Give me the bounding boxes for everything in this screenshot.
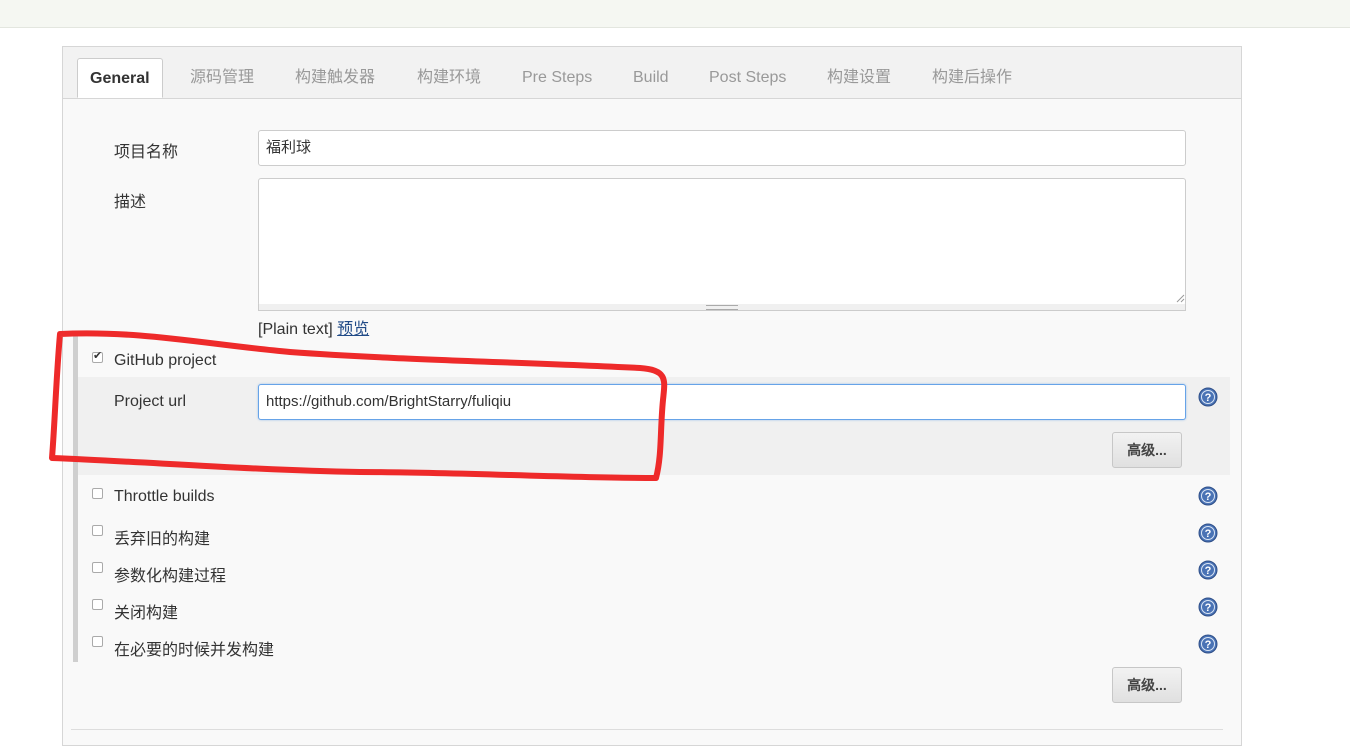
github-project-checkbox[interactable] <box>92 349 103 363</box>
tab-build[interactable]: Build <box>633 58 669 98</box>
advanced-button-bottom[interactable]: 高级... <box>1112 667 1182 703</box>
svg-text:?: ? <box>1205 528 1212 540</box>
svg-text:?: ? <box>1205 491 1212 503</box>
plain-text-label: [Plain text] <box>258 321 333 338</box>
option-label: 关闭构建 <box>114 605 179 622</box>
help-icon[interactable]: ? <box>1198 486 1218 506</box>
tab-build-environment[interactable]: 构建环境 <box>417 58 481 98</box>
config-panel: General 源码管理 构建触发器 构建环境 Pre Steps Build … <box>62 46 1242 746</box>
tab-build-settings[interactable]: 构建设置 <box>827 58 891 98</box>
project-name-label: 项目名称 <box>114 144 179 161</box>
top-bar <box>0 0 1350 28</box>
textarea-grippie[interactable] <box>258 304 1186 311</box>
tab-pre-steps[interactable]: Pre Steps <box>522 58 592 98</box>
tab-bar: General 源码管理 构建触发器 构建环境 Pre Steps Build … <box>63 47 1241 99</box>
help-icon[interactable]: ? <box>1198 560 1218 580</box>
tab-post-steps[interactable]: Post Steps <box>709 58 786 98</box>
concurrent-builds-checkbox[interactable] <box>92 636 103 647</box>
throttle-builds-checkbox[interactable] <box>92 488 103 499</box>
description-format-line: [Plain text] 预览 <box>258 315 369 339</box>
option-label: 参数化构建过程 <box>114 568 227 585</box>
textarea-resize-handle[interactable] <box>1176 294 1185 303</box>
discard-old-builds-checkbox[interactable] <box>92 525 103 536</box>
github-project-label: GitHub project <box>114 352 217 369</box>
description-label: 描述 <box>114 194 147 211</box>
tab-general[interactable]: General <box>77 58 163 98</box>
help-icon[interactable]: ? <box>1198 387 1218 407</box>
help-icon[interactable]: ? <box>1198 523 1218 543</box>
disable-build-checkbox[interactable] <box>92 599 103 610</box>
svg-text:?: ? <box>1205 392 1212 404</box>
tab-post-build-actions[interactable]: 构建后操作 <box>932 58 1012 98</box>
svg-text:?: ? <box>1205 602 1212 614</box>
description-textarea[interactable] <box>258 178 1186 306</box>
svg-text:?: ? <box>1205 639 1212 651</box>
preview-link[interactable]: 预览 <box>337 321 369 338</box>
project-url-label: Project url <box>114 393 187 410</box>
project-name-input[interactable]: 福利球 <box>258 130 1186 166</box>
grip-lines <box>706 305 738 310</box>
option-label: Throttle builds <box>114 488 215 505</box>
project-url-input[interactable]: https://github.com/BrightStarry/fuliqiu <box>258 384 1186 420</box>
help-icon[interactable]: ? <box>1198 634 1218 654</box>
tab-build-triggers[interactable]: 构建触发器 <box>295 58 375 98</box>
option-label: 在必要的时候并发构建 <box>114 642 275 659</box>
option-label: 丢弃旧的构建 <box>114 531 211 548</box>
advanced-button[interactable]: 高级... <box>1112 432 1182 468</box>
svg-text:?: ? <box>1205 565 1212 577</box>
parameterized-build-checkbox[interactable] <box>92 562 103 573</box>
help-icon[interactable]: ? <box>1198 597 1218 617</box>
tab-source-control[interactable]: 源码管理 <box>190 58 254 98</box>
